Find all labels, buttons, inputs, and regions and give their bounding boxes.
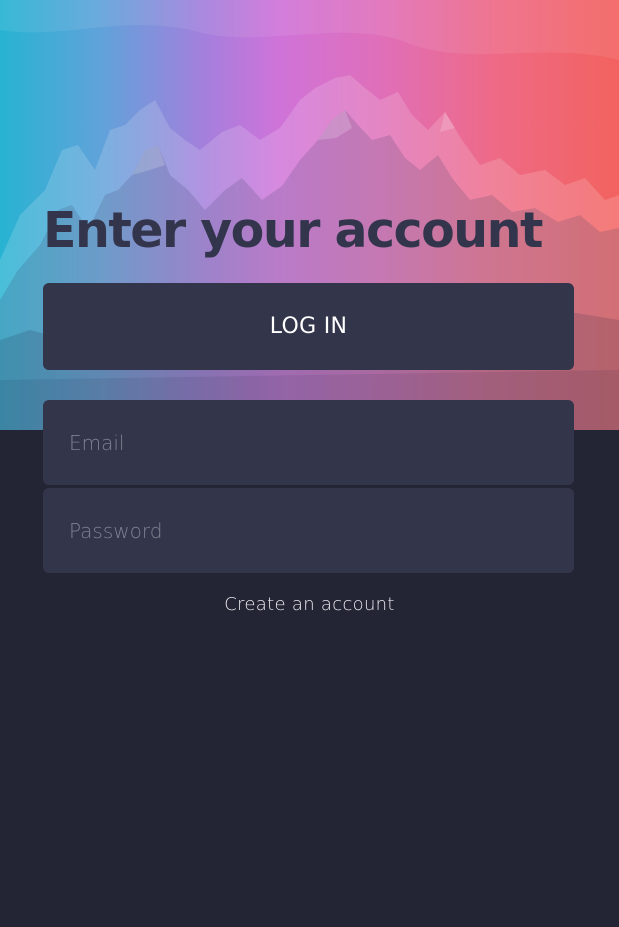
page-title: Enter your account — [43, 202, 543, 259]
login-button[interactable]: LOG IN — [43, 283, 574, 370]
password-field[interactable] — [43, 488, 574, 573]
email-field[interactable] — [43, 400, 574, 485]
create-account-link[interactable]: Create an account — [0, 594, 619, 615]
login-page: Enter your account LOG IN Create an acco… — [0, 0, 619, 927]
